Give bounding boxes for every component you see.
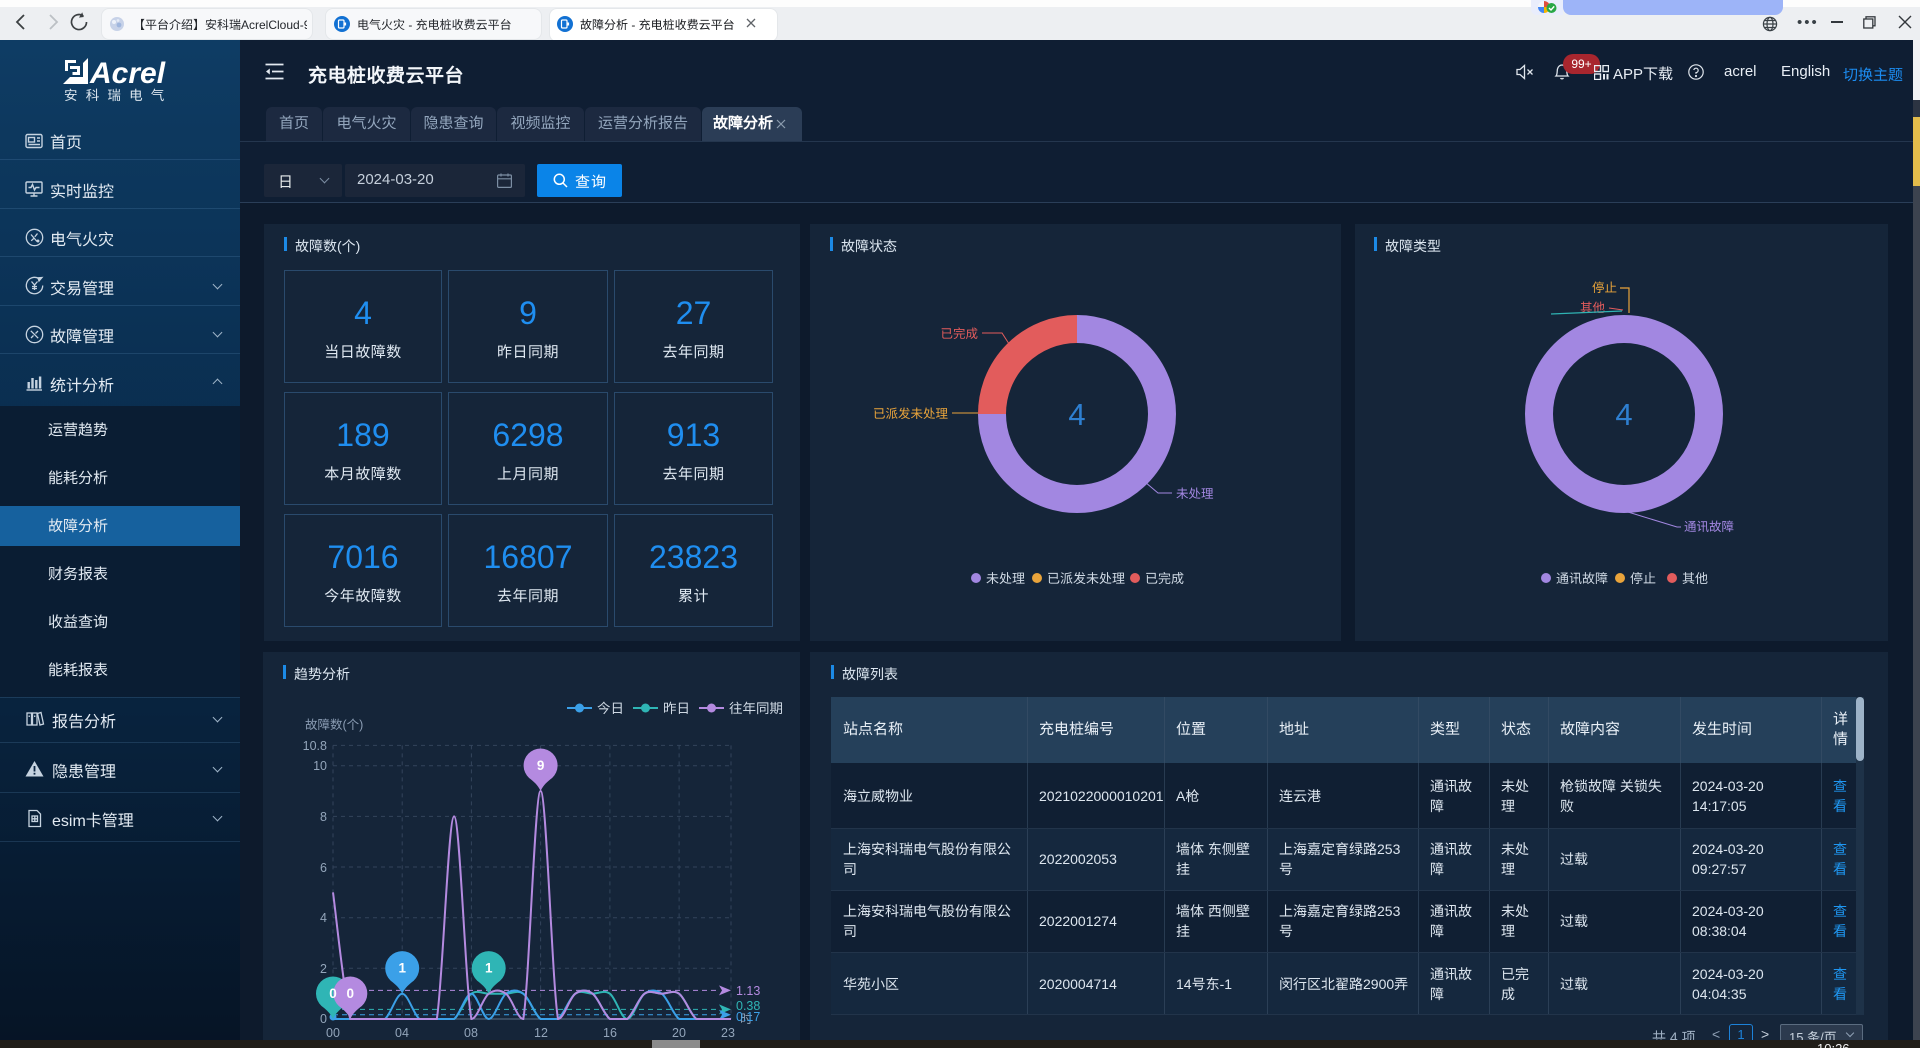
svg-text:4: 4 bbox=[320, 911, 327, 925]
svg-text:0: 0 bbox=[347, 986, 355, 1001]
svg-text:通讯故障: 通讯故障 bbox=[1556, 571, 1608, 586]
svg-text:2: 2 bbox=[320, 962, 327, 976]
svg-text:04: 04 bbox=[395, 1026, 409, 1040]
svg-text:08: 08 bbox=[464, 1026, 478, 1040]
svg-text:往年同期: 往年同期 bbox=[729, 701, 783, 716]
svg-text:4: 4 bbox=[1615, 397, 1632, 432]
svg-text:10: 10 bbox=[313, 759, 327, 773]
svg-text:16: 16 bbox=[603, 1026, 617, 1040]
svg-text:0.17: 0.17 bbox=[736, 1010, 760, 1024]
svg-text:已派发未处理: 已派发未处理 bbox=[1047, 571, 1125, 586]
svg-text:Acrel: Acrel bbox=[89, 58, 166, 90]
svg-text:故障数(个): 故障数(个) bbox=[305, 718, 363, 732]
svg-text:未处理: 未处理 bbox=[1176, 487, 1214, 501]
svg-text:昨日: 昨日 bbox=[663, 701, 690, 716]
svg-text:1.13: 1.13 bbox=[736, 984, 760, 998]
svg-text:23: 23 bbox=[721, 1026, 735, 1040]
svg-text:通讯故障: 通讯故障 bbox=[1684, 520, 1734, 534]
svg-text:6: 6 bbox=[320, 861, 327, 875]
svg-text:已完成: 已完成 bbox=[1145, 571, 1184, 586]
svg-text:0: 0 bbox=[320, 1012, 327, 1026]
svg-text:8: 8 bbox=[320, 810, 327, 824]
svg-text:0: 0 bbox=[329, 986, 337, 1001]
svg-text:4: 4 bbox=[1068, 397, 1085, 432]
svg-text:12: 12 bbox=[534, 1026, 548, 1040]
svg-text:未处理: 未处理 bbox=[986, 571, 1025, 586]
svg-text:1: 1 bbox=[398, 961, 406, 976]
svg-text:10.8: 10.8 bbox=[303, 739, 327, 753]
svg-text:20: 20 bbox=[672, 1026, 686, 1040]
svg-text:今日: 今日 bbox=[597, 701, 624, 716]
svg-text:1: 1 bbox=[485, 961, 493, 976]
svg-text:其他: 其他 bbox=[1682, 571, 1708, 586]
svg-text:9: 9 bbox=[537, 758, 545, 773]
svg-text:停止: 停止 bbox=[1630, 571, 1656, 586]
svg-text:停止: 停止 bbox=[1592, 281, 1617, 295]
svg-text:00: 00 bbox=[326, 1026, 340, 1040]
svg-text:已派发未处理: 已派发未处理 bbox=[873, 407, 949, 421]
svg-text:已完成: 已完成 bbox=[940, 327, 978, 341]
svg-text:安科瑞电气: 安科瑞电气 bbox=[64, 88, 173, 103]
